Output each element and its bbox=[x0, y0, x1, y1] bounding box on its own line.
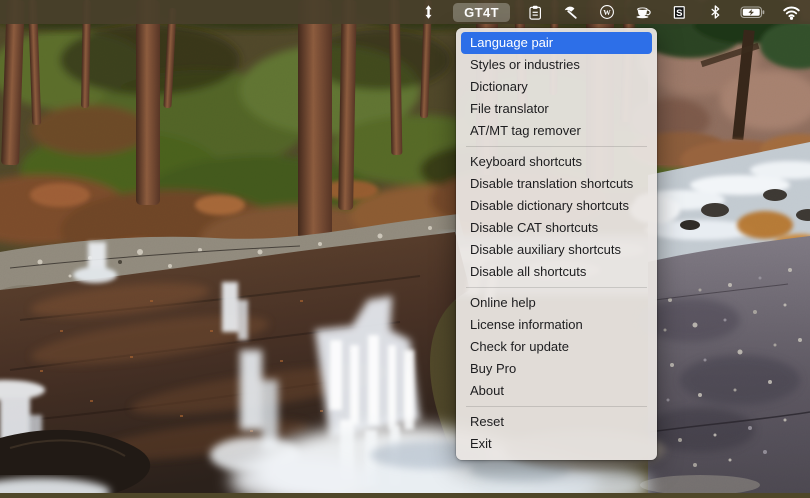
w-circle-icon[interactable]: W bbox=[596, 0, 618, 24]
bluetooth-icon[interactable] bbox=[704, 0, 726, 24]
menu-item-check-for-update[interactable]: Check for update bbox=[461, 336, 652, 358]
menu-item-disable-dictionary-shortcuts[interactable]: Disable dictionary shortcuts bbox=[461, 195, 652, 217]
wallpaper-forest-waterfall bbox=[0, 0, 810, 493]
menu-item-disable-cat-shortcuts[interactable]: Disable CAT shortcuts bbox=[461, 217, 652, 239]
coffee-cup-icon[interactable] bbox=[632, 0, 654, 24]
battery-charging-icon[interactable] bbox=[740, 0, 766, 24]
menu-item-license-information[interactable]: License information bbox=[461, 314, 652, 336]
menu-separator bbox=[466, 146, 647, 147]
menu-item-exit[interactable]: Exit bbox=[461, 433, 652, 455]
menu-item-about[interactable]: About bbox=[461, 380, 652, 402]
wifi-icon[interactable] bbox=[780, 0, 802, 24]
menu-item-language-pair[interactable]: Language pair bbox=[461, 32, 652, 54]
menu-item-file-translator[interactable]: File translator bbox=[461, 98, 652, 120]
svg-text:W: W bbox=[603, 8, 611, 17]
menu-item-disable-auxiliary-shortcuts[interactable]: Disable auxiliary shortcuts bbox=[461, 239, 652, 261]
menu-separator bbox=[466, 287, 647, 288]
menu-separator bbox=[466, 406, 647, 407]
hammer-icon[interactable] bbox=[560, 0, 582, 24]
clipboard-icon[interactable] bbox=[524, 0, 546, 24]
s-square-icon[interactable]: S bbox=[668, 0, 690, 24]
menu-item-online-help[interactable]: Online help bbox=[461, 292, 652, 314]
menu-item-keyboard-shortcuts[interactable]: Keyboard shortcuts bbox=[461, 151, 652, 173]
gt4t-dropdown-menu: Language pair Styles or industries Dicti… bbox=[456, 28, 657, 460]
menu-item-at-mt-tag-remover[interactable]: AT/MT tag remover bbox=[461, 120, 652, 142]
menu-item-reset[interactable]: Reset bbox=[461, 411, 652, 433]
menu-bar-status-area: GT4T W bbox=[417, 0, 802, 24]
menubar-app-gt4t[interactable]: GT4T bbox=[453, 3, 510, 22]
menu-item-dictionary[interactable]: Dictionary bbox=[461, 76, 652, 98]
menu-item-disable-all-shortcuts[interactable]: Disable all shortcuts bbox=[461, 261, 652, 283]
svg-text:S: S bbox=[676, 7, 682, 18]
menu-item-buy-pro[interactable]: Buy Pro bbox=[461, 358, 652, 380]
updown-arrow-icon[interactable] bbox=[417, 0, 439, 24]
menu-bar: GT4T W bbox=[0, 0, 810, 24]
menu-item-styles-or-industries[interactable]: Styles or industries bbox=[461, 54, 652, 76]
menu-item-disable-translation-shortcuts[interactable]: Disable translation shortcuts bbox=[461, 173, 652, 195]
